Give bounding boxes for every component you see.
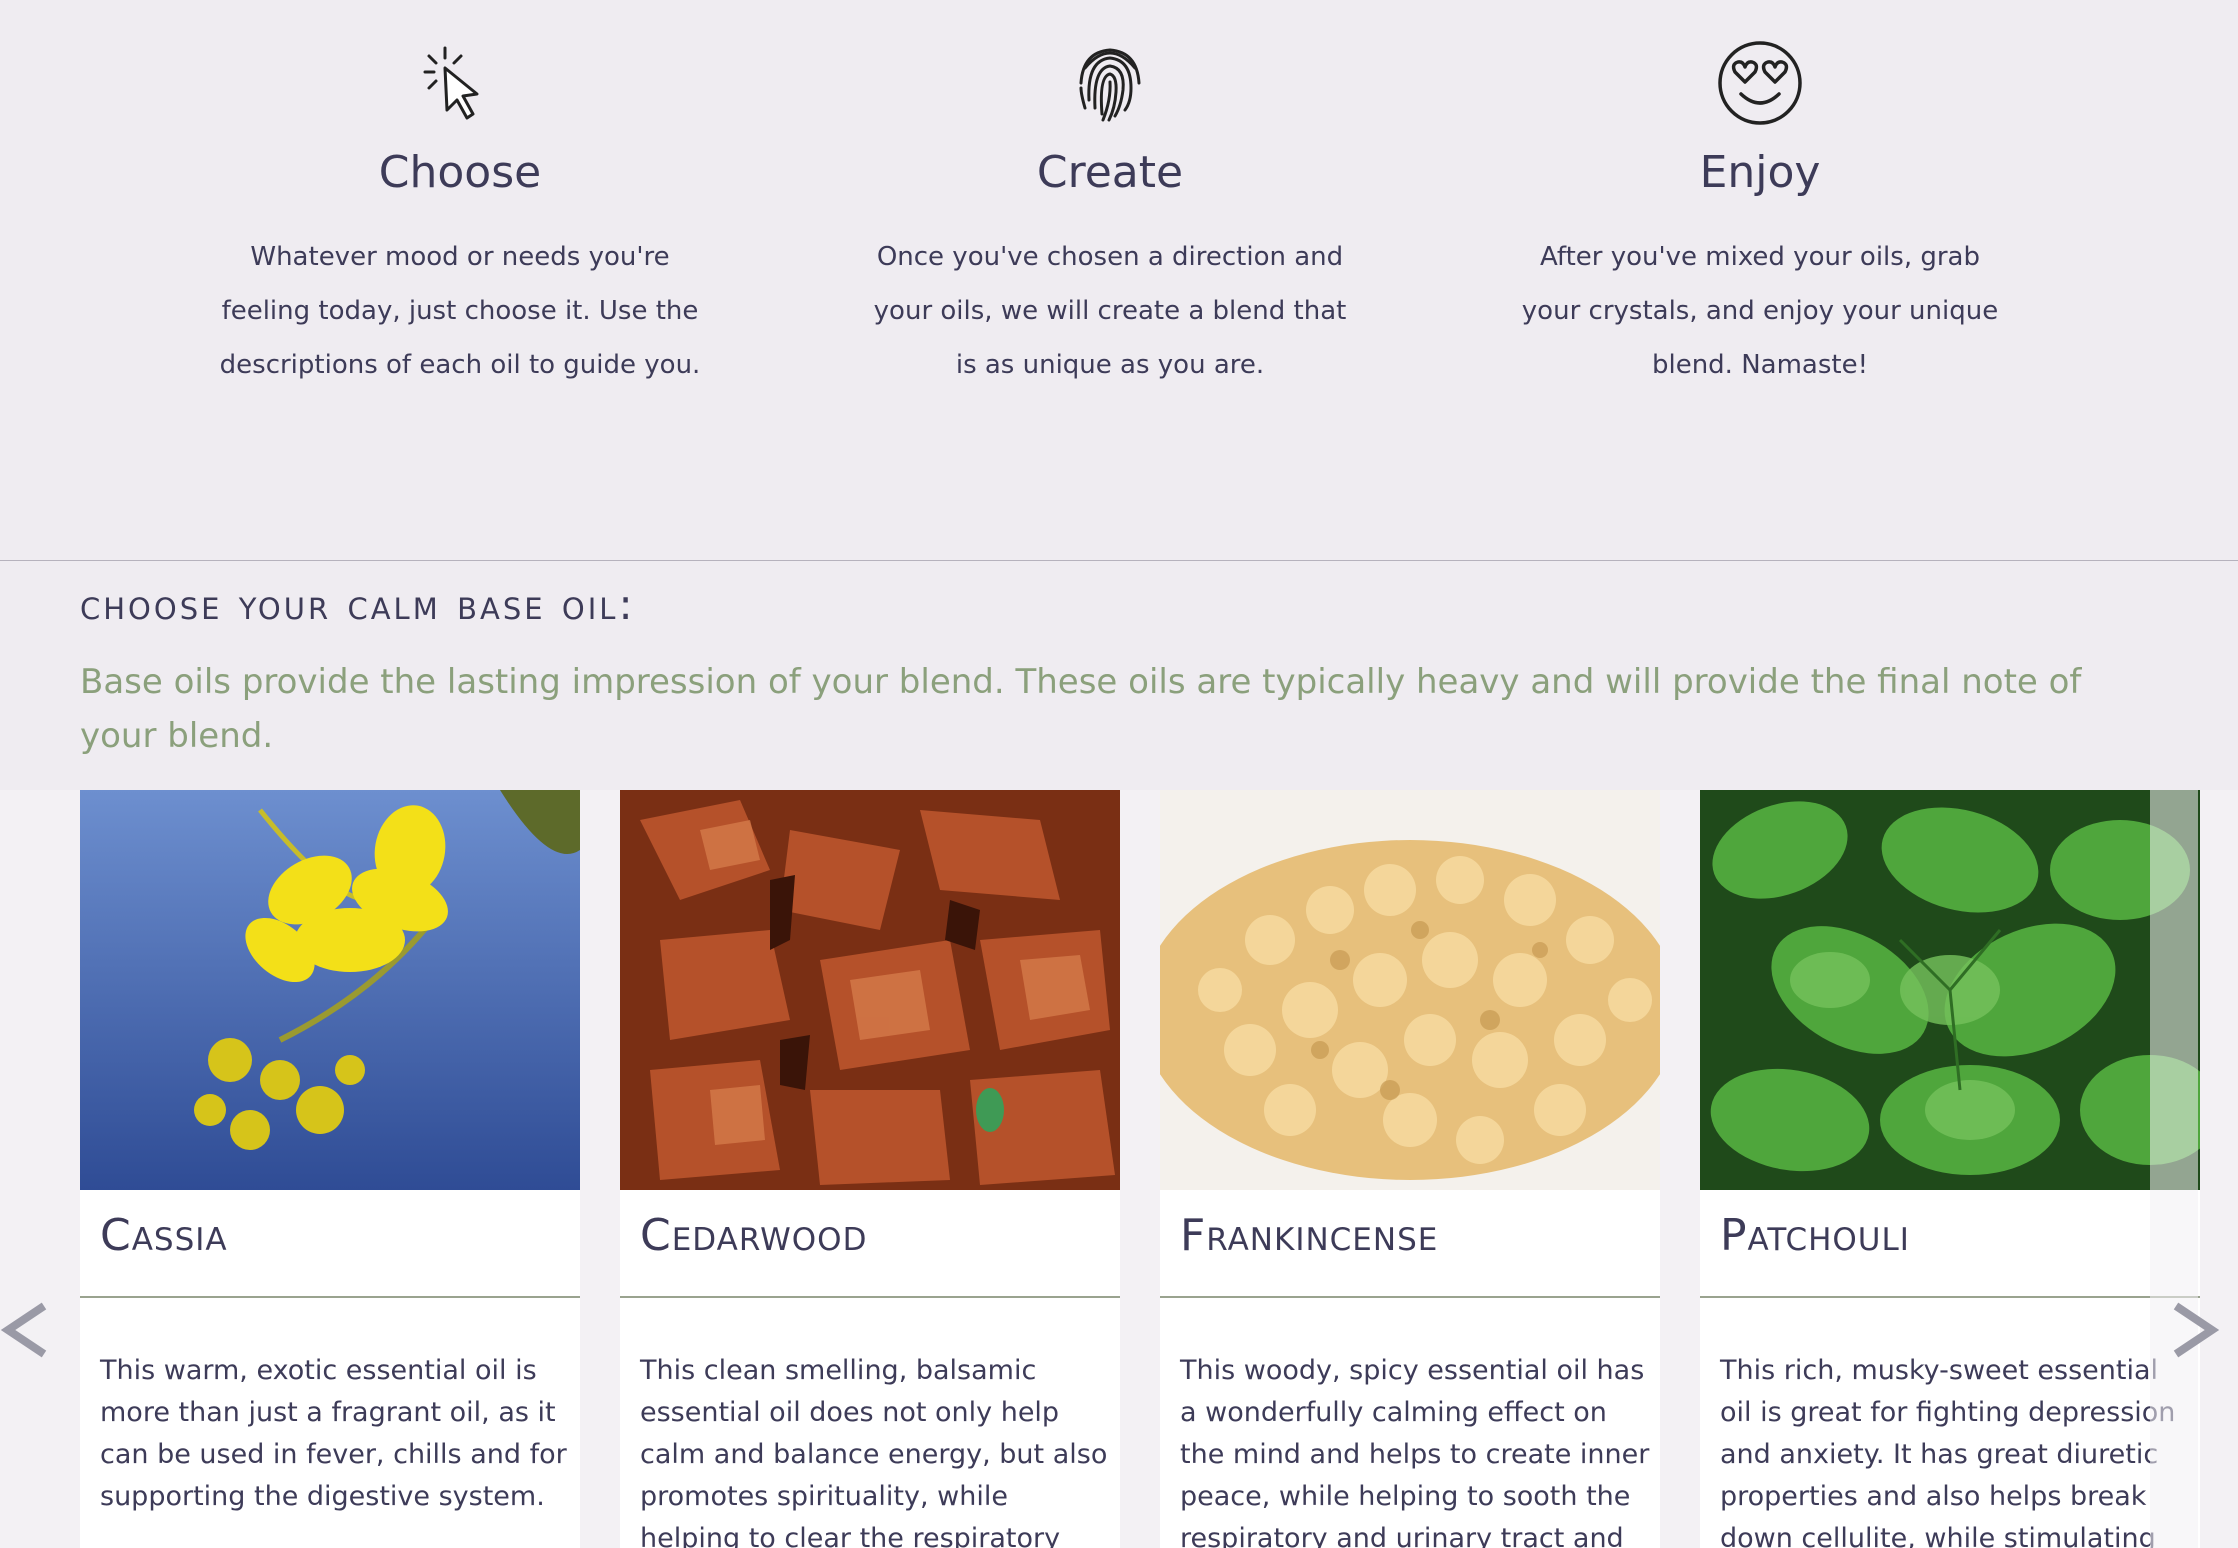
how-it-works: Choose Whatever mood or needs you're fee… [0, 0, 2238, 560]
card-divider [1700, 1296, 2200, 1298]
chevron-right-icon [2173, 1302, 2220, 1358]
oil-carousel: Cassia This warm, exotic essential oil i… [0, 790, 2238, 1548]
cursor-click-icon [415, 38, 505, 128]
oil-card-frankincense[interactable]: Frankincense This woody, spicy essential… [1160, 790, 1660, 1548]
carousel-edge-fade [2150, 790, 2198, 1548]
frankincense-image [1160, 790, 1660, 1190]
oil-name: Cassia [100, 1210, 228, 1261]
step-text: Once you've chosen a direction and your … [873, 242, 1347, 380]
card-divider [1160, 1296, 1660, 1298]
oil-card-cedarwood[interactable]: Cedarwood This clean smelling, balsamic … [620, 790, 1120, 1548]
oil-description: This clean smelling, balsamic essential … [640, 1355, 1108, 1548]
carousel-next-button[interactable] [2170, 1300, 2220, 1360]
carousel-prev-button[interactable] [0, 1300, 50, 1360]
oil-description: This rich, musky-sweet essential oil is … [1720, 1355, 2176, 1548]
oil-description: This woody, spicy essential oil has a wo… [1180, 1355, 1650, 1548]
step-text: Whatever mood or needs you're feeling to… [219, 242, 701, 380]
cedarwood-image [620, 790, 1120, 1190]
chevron-left-icon [0, 1302, 47, 1358]
oil-name: Patchouli [1720, 1210, 1910, 1261]
card-divider [80, 1296, 580, 1298]
section-divider [0, 560, 2238, 561]
section-description: Base oils provide the lasting impression… [80, 662, 2082, 756]
section-title: choose your calm base oil: [80, 580, 636, 629]
heart-eyes-emoji-icon [1715, 38, 1805, 128]
oil-description: This warm, exotic essential oil is more … [100, 1355, 567, 1512]
oil-name: Cedarwood [640, 1210, 868, 1261]
oil-card-cassia[interactable]: Cassia This warm, exotic essential oil i… [80, 790, 580, 1548]
patchouli-image [1700, 790, 2200, 1190]
step-title: Choose [378, 147, 542, 198]
card-divider [620, 1296, 1120, 1298]
cassia-image [80, 790, 580, 1190]
step-title: Create [1036, 147, 1184, 198]
fingerprint-icon [1065, 38, 1155, 128]
oil-name: Frankincense [1180, 1210, 1439, 1261]
step-title: Enjoy [1699, 147, 1821, 198]
oil-card-patchouli[interactable]: Patchouli This rich, musky-sweet essenti… [1700, 790, 2200, 1548]
step-text: After you've mixed your oils, grab your … [1521, 242, 1999, 380]
